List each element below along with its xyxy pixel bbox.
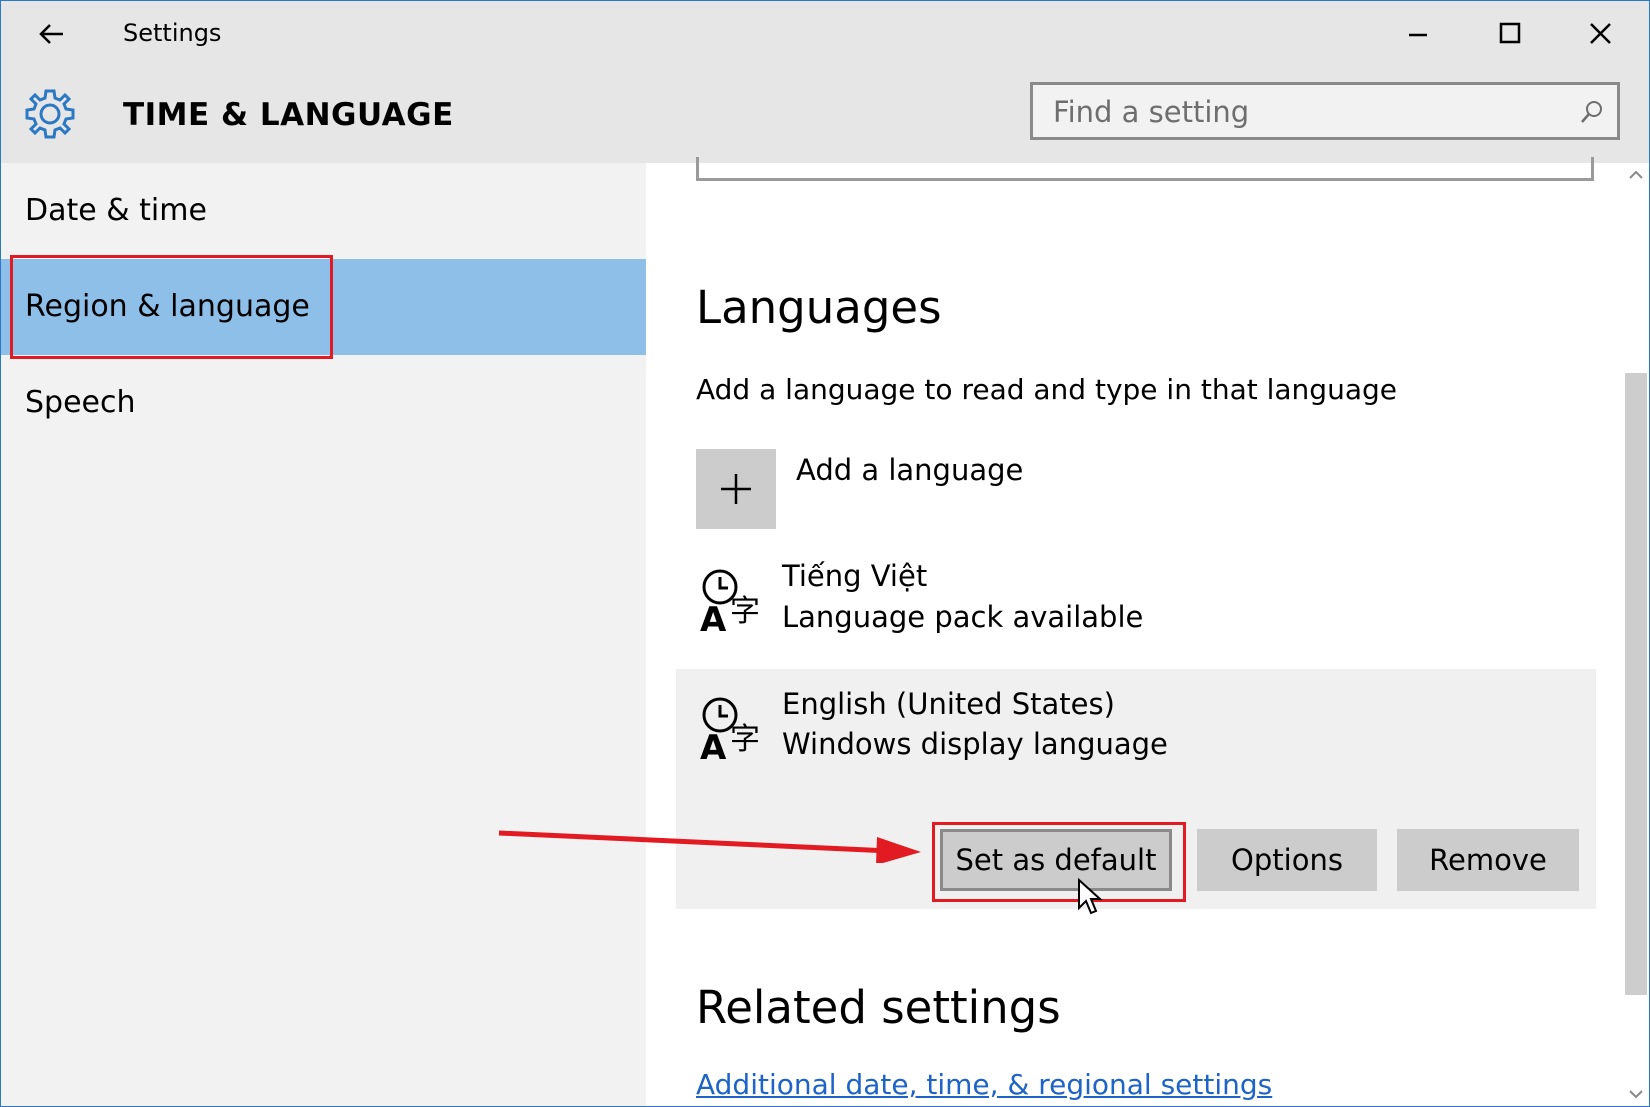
- additional-settings-link[interactable]: Additional date, time, & regional settin…: [696, 1068, 1272, 1101]
- gear-icon: [25, 89, 75, 139]
- language-name: Tiếng Việt: [782, 559, 928, 593]
- set-as-default-button[interactable]: Set as default: [940, 829, 1172, 891]
- back-arrow-icon: [39, 24, 63, 44]
- sidebar-item-speech[interactable]: Speech: [1, 355, 646, 451]
- sidebar-item-label: Speech: [25, 385, 136, 420]
- language-name: English (United States): [782, 687, 1115, 721]
- svg-text:字: 字: [730, 722, 760, 757]
- settings-header: TIME & LANGUAGE: [1, 67, 1649, 163]
- related-settings-heading: Related settings: [696, 981, 1061, 1034]
- plus-icon: [721, 474, 751, 504]
- page-title: TIME & LANGUAGE: [123, 97, 454, 133]
- options-button[interactable]: Options: [1197, 829, 1377, 891]
- back-button[interactable]: [31, 13, 73, 55]
- annotation-arrow-icon: [498, 830, 921, 863]
- add-language-label[interactable]: Add a language: [796, 453, 1023, 487]
- close-icon: [1590, 23, 1611, 44]
- languages-description: Add a language to read and type in that …: [696, 373, 1397, 406]
- svg-text:A: A: [700, 600, 727, 635]
- scroll-down-icon[interactable]: [1628, 1088, 1644, 1100]
- window-title: Settings: [123, 19, 222, 47]
- remove-button[interactable]: Remove: [1397, 829, 1579, 891]
- maximize-button[interactable]: [1481, 9, 1539, 57]
- close-button[interactable]: [1572, 9, 1630, 57]
- svg-text:A: A: [700, 728, 727, 763]
- sidebar-item-date-time[interactable]: Date & time: [1, 163, 646, 259]
- sidebar-item-region-language[interactable]: Region & language: [1, 259, 646, 355]
- main-content: Languages Add a language to read and typ…: [646, 157, 1623, 1106]
- sidebar: Date & time Region & language Speech: [1, 163, 646, 1106]
- languages-heading: Languages: [696, 281, 942, 334]
- svg-text:字: 字: [730, 594, 760, 629]
- minimize-button[interactable]: [1389, 9, 1447, 57]
- scrollbar-thumb[interactable]: [1625, 373, 1647, 995]
- language-pack-icon: A 字: [700, 569, 760, 635]
- search-input[interactable]: [1051, 93, 1555, 131]
- vertical-scrollbar[interactable]: [1623, 163, 1649, 1106]
- region-dropdown-partial[interactable]: [696, 157, 1594, 181]
- search-icon[interactable]: [1579, 99, 1605, 125]
- maximize-icon: [1499, 22, 1521, 44]
- add-language-button[interactable]: [696, 449, 776, 529]
- scroll-up-icon[interactable]: [1628, 169, 1644, 181]
- mouse-cursor-icon: [1078, 878, 1103, 915]
- title-bar: Settings: [1, 1, 1649, 67]
- sidebar-item-label: Region & language: [25, 289, 310, 324]
- sidebar-item-label: Date & time: [25, 193, 207, 228]
- settings-window: Settings TIME & LANGUAGE Find a setting …: [0, 0, 1650, 1107]
- language-item-english[interactable]: A 字 English (United States) Windows disp…: [676, 669, 1596, 909]
- search-box[interactable]: [1030, 82, 1620, 140]
- language-pack-icon: A 字: [700, 697, 760, 763]
- language-status: Windows display language: [782, 727, 1168, 761]
- language-status: Language pack available: [782, 600, 1144, 634]
- minimize-icon: [1409, 33, 1427, 37]
- language-item-vietnamese[interactable]: A 字 Tiếng Việt Language pack available: [676, 555, 1596, 665]
